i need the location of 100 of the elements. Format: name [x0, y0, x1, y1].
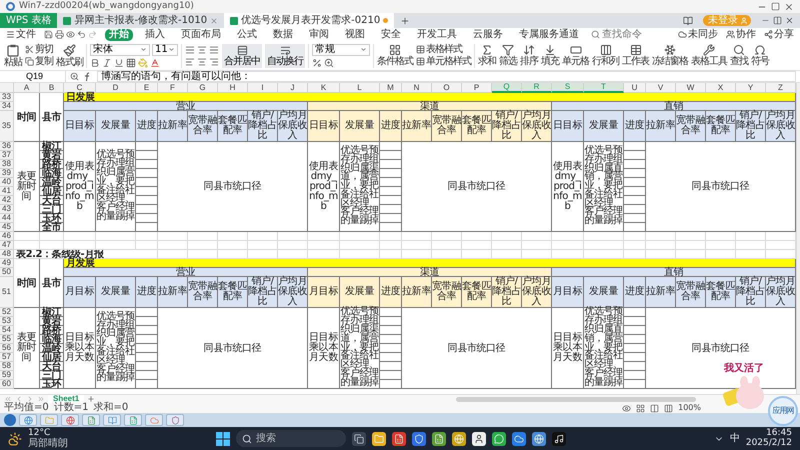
empty-cell[interactable]: [380, 344, 402, 353]
empty-cell[interactable]: [136, 335, 158, 344]
empty-cell[interactable]: [624, 317, 646, 326]
empty-cell[interactable]: [624, 160, 646, 169]
empty-cell[interactable]: [624, 308, 646, 317]
empty-cell[interactable]: [624, 214, 646, 223]
windows-logo-icon[interactable]: [216, 432, 230, 446]
row-number[interactable]: 42: [0, 196, 14, 205]
document-tab[interactable]: 优选号发展月表开发需求-0210: [224, 13, 394, 28]
menu-tab[interactable]: 插入: [141, 28, 169, 40]
scrollbar[interactable]: [456, 396, 696, 402]
align-right-icon[interactable]: [209, 56, 219, 66]
ribbon-button[interactable]: 单元格: [562, 44, 589, 67]
align-middle-icon[interactable]: [197, 44, 207, 54]
close-icon[interactable]: [784, 2, 794, 12]
empty-cell[interactable]: [624, 142, 646, 151]
browser-icon[interactable]: [24, 416, 32, 424]
sheet-tab[interactable]: Sheet1: [48, 395, 84, 403]
empty-cell[interactable]: [380, 142, 402, 151]
document-icon[interactable]: [394, 434, 404, 444]
column-header[interactable]: O: [432, 83, 462, 93]
column-header[interactable]: D: [96, 83, 136, 93]
align-center-icon[interactable]: [197, 56, 207, 66]
next-sheet-icon[interactable]: [26, 395, 34, 403]
empty-cell[interactable]: [136, 151, 158, 160]
zoom-icon[interactable]: [70, 72, 79, 81]
row-number[interactable]: 34: [0, 102, 14, 111]
align-top-icon[interactable]: [185, 44, 195, 54]
row-number[interactable]: 43: [0, 205, 14, 214]
name-box[interactable]: Q19: [4, 71, 66, 82]
paste-button[interactable]: 粘贴: [4, 44, 22, 68]
empty-cell[interactable]: [624, 151, 646, 160]
column-header[interactable]: V: [646, 83, 676, 93]
align-left-icon[interactable]: [185, 56, 195, 66]
empty-cell[interactable]: [624, 205, 646, 214]
empty-cell[interactable]: [380, 214, 402, 223]
empty-cell[interactable]: [624, 335, 646, 344]
empty-cell[interactable]: [136, 178, 158, 187]
empty-cell[interactable]: [136, 160, 158, 169]
row-number[interactable]: 37: [0, 151, 14, 160]
column-header[interactable]: Y: [736, 83, 766, 93]
close-icon[interactable]: [785, 16, 794, 25]
column-header[interactable]: I: [248, 83, 278, 93]
empty-cell[interactable]: [624, 196, 646, 205]
row-number[interactable]: 48: [0, 250, 14, 259]
empty-cell[interactable]: [380, 335, 402, 344]
menu-tab[interactable]: 数据: [269, 28, 297, 40]
column-header[interactable]: A: [14, 83, 40, 93]
empty-cell[interactable]: [380, 353, 402, 362]
globe-icon[interactable]: [66, 416, 74, 424]
column-header[interactable]: Z: [766, 83, 796, 93]
border-icon[interactable]: [126, 58, 136, 68]
menu-tab[interactable]: 页面布局: [177, 28, 225, 40]
fill-color-icon[interactable]: [138, 58, 148, 68]
music-note-icon[interactable]: [554, 434, 564, 444]
search-field[interactable]: 搜索: [236, 430, 346, 447]
format-painter-button[interactable]: 格式刷: [56, 44, 83, 68]
empty-cell[interactable]: [380, 187, 402, 196]
empty-cell[interactable]: [380, 151, 402, 160]
row-number[interactable]: 52: [0, 308, 14, 317]
row-number[interactable]: 55: [0, 335, 14, 344]
underline-icon[interactable]: [114, 58, 124, 68]
empty-cell[interactable]: [136, 142, 158, 151]
empty-cell[interactable]: [624, 353, 646, 362]
empty-cell[interactable]: [624, 344, 646, 353]
empty-cell[interactable]: [380, 371, 402, 380]
last-sheet-icon[interactable]: [37, 395, 45, 403]
column-header[interactable]: U: [624, 83, 646, 93]
italic-icon[interactable]: [102, 58, 112, 68]
style-menu-button[interactable]: 单元格样式: [416, 56, 471, 66]
normal-view-icon[interactable]: [636, 404, 646, 412]
formula-field[interactable]: 博涵写的语句，有问题可以问他：: [97, 71, 796, 82]
row-number[interactable]: 36: [0, 142, 14, 151]
row-number[interactable]: 51: [0, 277, 14, 308]
row-number[interactable]: 56: [0, 344, 14, 353]
empty-cell[interactable]: [380, 362, 402, 371]
font-name-field[interactable]: 宋体: [90, 44, 150, 56]
style-menu-button[interactable]: 表格样式: [416, 44, 471, 54]
row-number[interactable]: 60: [0, 380, 14, 389]
menu-tab[interactable]: 审阅: [305, 28, 333, 40]
empty-cell[interactable]: [380, 196, 402, 205]
ribbon-button[interactable]: 筛选: [499, 44, 517, 67]
undo-icon[interactable]: [77, 30, 86, 39]
column-header[interactable]: X: [706, 83, 736, 93]
empty-cell[interactable]: [624, 187, 646, 196]
empty-cell[interactable]: [136, 196, 158, 205]
menu-tab[interactable]: 安全: [377, 28, 405, 40]
add-sheet-icon[interactable]: [87, 395, 96, 403]
row-number[interactable]: 53: [0, 317, 14, 326]
empty-cell[interactable]: [624, 380, 646, 389]
weather-icon[interactable]: [8, 432, 22, 446]
page-view-icon[interactable]: [650, 404, 660, 412]
empty-cell[interactable]: [136, 187, 158, 196]
align-bottom-icon[interactable]: [209, 44, 219, 54]
row-number[interactable]: 50: [0, 268, 14, 277]
number-format-field[interactable]: 常规: [312, 44, 370, 56]
empty-cell[interactable]: [624, 178, 646, 187]
column-header[interactable]: P: [462, 83, 492, 93]
start-orb-icon[interactable]: [4, 414, 16, 426]
empty-cell[interactable]: [380, 308, 402, 317]
